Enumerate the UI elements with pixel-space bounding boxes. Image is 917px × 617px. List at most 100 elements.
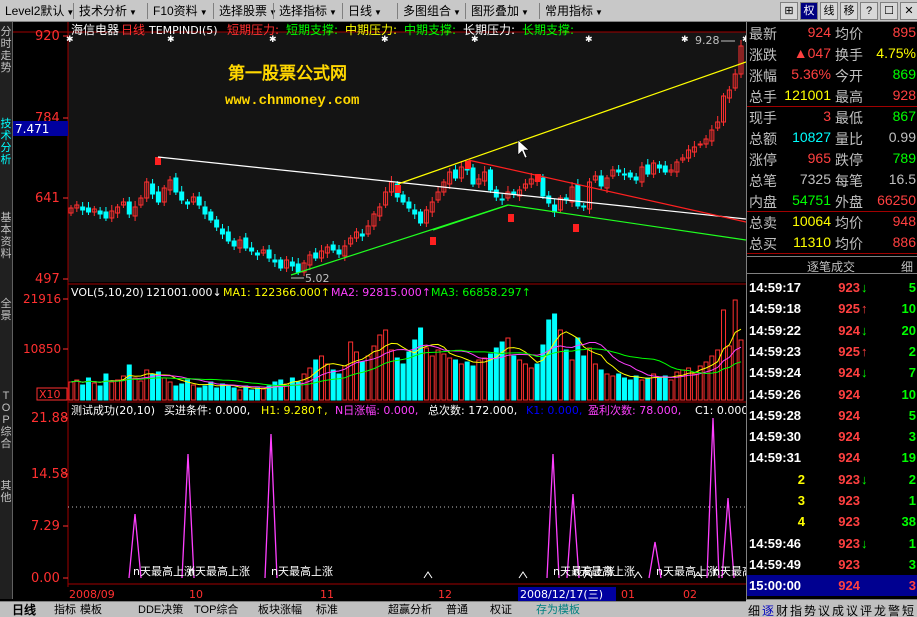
quote-value: 869: [892, 66, 916, 82]
menu-label: 选择股票: [219, 4, 268, 18]
left-tab-0[interactable]: 分时走势: [0, 26, 12, 74]
tick-row[interactable]: 3 923 1: [747, 490, 917, 511]
bottom-tab-1[interactable]: 指标: [54, 603, 76, 617]
tick-row[interactable]: 14:59:23 925 ↑ 2: [747, 341, 917, 362]
kline-chart-area[interactable]: 海信电器 日线 TEMPINDI(5) 短期压力: 短期支撑: 中期压力: 中期支撑:…: [13, 22, 746, 587]
candle: [173, 177, 179, 193]
volume-bar: [499, 341, 505, 401]
tick-row[interactable]: 4 923 38: [747, 511, 917, 532]
left-tab-5[interactable]: 其他: [0, 480, 12, 504]
quote-row: 总笔 7325 每笔 16.5: [747, 169, 917, 190]
close-icon[interactable]: ✕: [900, 2, 917, 20]
chart-svg[interactable]: 海信电器 日线 TEMPINDI(5) 短期压力: 短期支撑: 中期压力: 中期支撑:…: [13, 22, 746, 587]
menu-7[interactable]: 图形叠加 ▼: [468, 2, 532, 20]
candle: [400, 194, 406, 203]
title-item-5: 长期支撑:: [522, 22, 574, 37]
move-button[interactable]: 移: [840, 2, 858, 20]
volume-bar: [359, 361, 365, 401]
quote-value: 11310: [793, 234, 831, 250]
menu-8[interactable]: 常用指标 ▼: [542, 2, 606, 20]
tick-row[interactable]: 14:59:22 924 ↓ 20: [747, 320, 917, 341]
volume-bar: [103, 373, 109, 401]
up-arrow-icon: ↑: [861, 301, 868, 317]
watermark-url: www.chnmoney.com: [225, 93, 359, 109]
left-tab-2[interactable]: 基本资料: [0, 212, 12, 260]
bottom-tab-4[interactable]: TOP综合: [194, 603, 238, 617]
tick-row[interactable]: 14:59:24 924 ↓ 7: [747, 362, 917, 383]
bottom-tab-8[interactable]: 普通: [446, 603, 468, 617]
left-tab-1[interactable]: 技术分析: [0, 118, 12, 166]
tick-row[interactable]: 14:59:17 923 ↓ 5: [747, 277, 917, 298]
tick-row[interactable]: 14:59:28 924 5: [747, 405, 917, 426]
menu-1[interactable]: 技术分析 ▼: [76, 2, 140, 20]
bottom-tab-2[interactable]: 模板: [80, 603, 102, 617]
bottom-tab-9[interactable]: 权证: [490, 603, 512, 617]
bottom-tab-10[interactable]: 存为模板: [536, 603, 580, 617]
restore-icon[interactable]: ☐: [880, 2, 898, 20]
bottom-tab-5[interactable]: 板块涨幅: [258, 603, 302, 617]
right-tab-1[interactable]: 逐: [762, 602, 774, 617]
tick-row[interactable]: 2 923 ↓ 2: [747, 469, 917, 490]
menu-6[interactable]: 多图组合 ▼: [400, 2, 464, 20]
tick-time: 3: [797, 493, 805, 508]
svg-text:✱: ✱: [381, 35, 389, 45]
tick-row[interactable]: 14:59:26 924 10: [747, 384, 917, 405]
signal-label: n天最高上涨: [656, 564, 718, 578]
right-tab-6[interactable]: 成: [832, 602, 844, 617]
right-tab-11[interactable]: 短: [902, 602, 914, 617]
menu-3[interactable]: 选择股票▼: [216, 2, 280, 20]
right-tab-9[interactable]: 龙: [874, 602, 886, 617]
menu-4[interactable]: 选择指标 ▼: [276, 2, 340, 20]
right-tab-3[interactable]: 指: [790, 602, 802, 617]
bottom-tab-3[interactable]: DDE决策: [138, 603, 183, 617]
tick-row[interactable]: 14:59:30 924 3: [747, 426, 917, 447]
candle: [616, 169, 622, 173]
left-tab-3[interactable]: 全景: [0, 298, 12, 322]
volume-bar: [336, 373, 342, 401]
indicator-name: TEMPINDI(5): [148, 24, 218, 37]
tick-time: 14:59:17: [749, 280, 802, 295]
right-tab-10[interactable]: 警: [888, 602, 900, 617]
signal-marker: [155, 157, 161, 165]
quote-label: 最新: [749, 26, 777, 42]
menu-5[interactable]: 日线 ▼: [345, 2, 385, 20]
tick-row[interactable]: 15:00:00 924 3: [747, 575, 917, 597]
tick-volume: 5: [908, 407, 916, 423]
tick-price: 924: [838, 322, 860, 338]
quote-value: 5.36%: [791, 66, 831, 82]
menu-label: 常用指标: [545, 4, 594, 18]
help-icon[interactable]: ?: [860, 2, 878, 20]
right-tab-8[interactable]: 评: [860, 602, 872, 617]
tick-price: 924: [838, 365, 860, 381]
quote-row: 总额 10827 量比 0.99: [747, 127, 917, 148]
grid-icon[interactable]: ⊞: [780, 2, 798, 20]
volume-bar: [278, 379, 284, 401]
menu-2[interactable]: F10资料 ▼: [150, 2, 211, 20]
title-item-2: 中期压力:: [345, 22, 397, 37]
bottom-tab-7[interactable]: 超赢分析: [388, 603, 432, 617]
right-tab-2[interactable]: 财: [776, 602, 788, 617]
ind-tick-3: 0.00: [31, 571, 60, 586]
right-tab-0[interactable]: 细: [748, 602, 760, 617]
tick-row[interactable]: 14:59:49 923 3: [747, 554, 917, 575]
tick-price: 925: [838, 301, 860, 317]
left-tab-4[interactable]: TOP综合: [0, 390, 12, 450]
right-tab-5[interactable]: 议: [818, 602, 830, 617]
tick-row[interactable]: 14:59:46 923 ↓ 1: [747, 533, 917, 554]
right-tab-4[interactable]: 势: [804, 602, 816, 617]
tick-row[interactable]: 14:59:18 925 ↑ 10: [747, 298, 917, 319]
bottom-tab-6[interactable]: 标准: [316, 603, 338, 617]
bottom-tab-0[interactable]: 日线: [12, 603, 36, 617]
volume-bar: [185, 379, 191, 401]
tick-row[interactable]: 14:59:31 924 19: [747, 447, 917, 468]
rights-button[interactable]: 权: [800, 2, 818, 20]
menu-0[interactable]: Level2默认 ▼: [2, 2, 77, 20]
ticks-detail-button[interactable]: 细: [901, 258, 913, 275]
candle: [493, 189, 499, 198]
ind-title-1: 买进条件: 0.000,: [164, 403, 250, 417]
line-button[interactable]: 线: [820, 2, 838, 20]
quote-value: 10064: [792, 213, 831, 229]
right-tab-7[interactable]: 议: [846, 602, 858, 617]
down-arrow-icon: ↓: [861, 280, 868, 295]
right-bottom-tabs: 细逐财指势议成议评龙警短: [746, 599, 917, 617]
